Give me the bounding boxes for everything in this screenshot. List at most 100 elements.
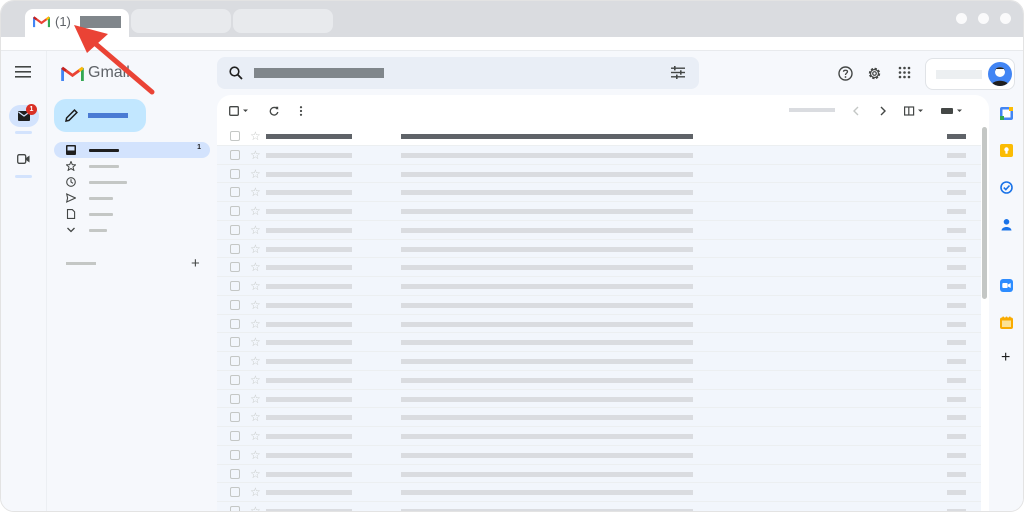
nav-item-drafts[interactable] (54, 206, 210, 222)
row-checkbox[interactable] (230, 262, 240, 273)
table-row[interactable]: ☆ (217, 464, 981, 484)
table-row[interactable]: ☆ (217, 164, 981, 184)
row-checkbox[interactable] (230, 374, 240, 385)
table-row[interactable]: ☆ (217, 220, 981, 240)
table-row[interactable]: ☆ (217, 314, 981, 334)
table-row[interactable]: ☆ (217, 295, 981, 315)
zoom-icon[interactable] (1000, 279, 1013, 292)
table-row[interactable]: ☆ (217, 483, 981, 502)
table-row[interactable]: ☆ (217, 145, 981, 165)
table-row[interactable]: ☆ (217, 127, 981, 146)
tab-placeholder[interactable] (131, 9, 231, 33)
star-icon[interactable]: ☆ (250, 484, 261, 500)
table-row[interactable]: ☆ (217, 202, 981, 221)
row-checkbox[interactable] (230, 506, 240, 511)
row-checkbox[interactable] (230, 393, 240, 404)
star-icon[interactable]: ☆ (250, 409, 261, 425)
star-icon[interactable]: ☆ (250, 184, 261, 200)
star-icon[interactable]: ☆ (250, 428, 261, 444)
star-icon[interactable]: ☆ (250, 353, 261, 369)
star-icon[interactable]: ☆ (250, 334, 261, 350)
star-icon[interactable]: ☆ (250, 241, 261, 257)
refresh-icon[interactable] (269, 106, 279, 116)
table-row[interactable]: ☆ (217, 389, 981, 409)
row-checkbox[interactable] (230, 206, 240, 216)
contacts-icon[interactable] (1000, 218, 1013, 231)
row-checkbox[interactable] (230, 487, 240, 498)
tasks-icon[interactable] (1000, 181, 1013, 194)
row-checkbox[interactable] (230, 243, 240, 254)
table-row[interactable]: ☆ (217, 183, 981, 202)
table-row[interactable]: ☆ (217, 445, 981, 465)
star-icon[interactable]: ☆ (250, 128, 261, 144)
table-row[interactable]: ☆ (217, 408, 981, 427)
tab-placeholder[interactable] (233, 9, 333, 33)
star-icon[interactable]: ☆ (250, 297, 261, 313)
star-icon[interactable]: ☆ (250, 166, 261, 182)
nav-item-sent[interactable] (54, 190, 210, 206)
chevron-right-icon[interactable] (880, 106, 886, 116)
row-checkbox[interactable] (230, 468, 240, 479)
row-checkbox[interactable] (230, 187, 240, 198)
table-row[interactable]: ☆ (217, 239, 981, 259)
plus-icon[interactable]: + (1001, 349, 1010, 367)
tab-gmail[interactable]: (1) (25, 9, 129, 37)
scrollbar[interactable] (981, 127, 987, 511)
split-pane-toggle[interactable] (904, 106, 926, 116)
row-checkbox[interactable] (230, 299, 240, 310)
window-dot[interactable] (1000, 13, 1011, 24)
notes-icon[interactable] (1000, 316, 1013, 329)
nav-item-more[interactable] (54, 222, 210, 238)
table-row[interactable]: ☆ (217, 277, 981, 296)
nav-item-inbox[interactable]: 1 (54, 142, 210, 158)
scrollbar-thumb[interactable] (982, 127, 987, 299)
row-checkbox[interactable] (230, 131, 240, 141)
star-icon[interactable]: ☆ (250, 278, 261, 294)
row-checkbox[interactable] (230, 431, 240, 441)
star-icon[interactable]: ☆ (250, 391, 261, 407)
keep-icon[interactable] (1000, 144, 1013, 157)
menu-icon[interactable] (15, 66, 31, 78)
star-icon[interactable]: ☆ (250, 447, 261, 463)
input-tools-toggle[interactable] (941, 106, 965, 116)
account-switcher[interactable] (925, 58, 1015, 90)
star-icon[interactable]: ☆ (250, 372, 261, 388)
star-icon[interactable]: ☆ (250, 466, 261, 482)
avatar[interactable] (988, 62, 1012, 86)
table-row[interactable]: ☆ (217, 427, 981, 446)
row-checkbox[interactable] (230, 168, 240, 179)
row-checkbox[interactable] (230, 337, 240, 348)
star-icon[interactable]: ☆ (250, 147, 261, 163)
table-row[interactable]: ☆ (217, 333, 981, 352)
star-icon[interactable]: ☆ (250, 503, 261, 511)
table-row[interactable]: ☆ (217, 370, 981, 390)
video-icon[interactable] (17, 154, 30, 164)
star-icon[interactable]: ☆ (250, 222, 261, 238)
search-bar[interactable] (217, 57, 699, 89)
more-icon[interactable] (299, 106, 303, 116)
row-checkbox[interactable] (230, 224, 240, 235)
calendar-icon[interactable] (1000, 107, 1013, 120)
star-icon[interactable]: ☆ (250, 316, 261, 332)
table-row[interactable]: ☆ (217, 258, 981, 277)
star-icon[interactable]: ☆ (250, 203, 261, 219)
table-row[interactable]: ☆ (217, 502, 981, 511)
settings-icon[interactable] (867, 66, 882, 81)
search-icon[interactable] (229, 66, 243, 80)
window-dot[interactable] (956, 13, 967, 24)
star-icon[interactable]: ☆ (250, 259, 261, 275)
row-checkbox[interactable] (230, 449, 240, 460)
row-checkbox[interactable] (230, 281, 240, 291)
nav-item-starred[interactable] (54, 158, 210, 174)
nav-item-snoozed[interactable] (54, 174, 210, 190)
row-checkbox[interactable] (230, 318, 240, 329)
select-all-checkbox[interactable] (229, 106, 251, 116)
row-checkbox[interactable] (230, 149, 240, 160)
apps-icon[interactable] (898, 66, 911, 79)
window-dot[interactable] (978, 13, 989, 24)
help-icon[interactable] (838, 66, 853, 81)
gmail-logo[interactable]: Gmail (61, 64, 130, 82)
tune-icon[interactable] (671, 66, 685, 79)
row-checkbox[interactable] (230, 356, 240, 366)
row-checkbox[interactable] (230, 412, 240, 423)
